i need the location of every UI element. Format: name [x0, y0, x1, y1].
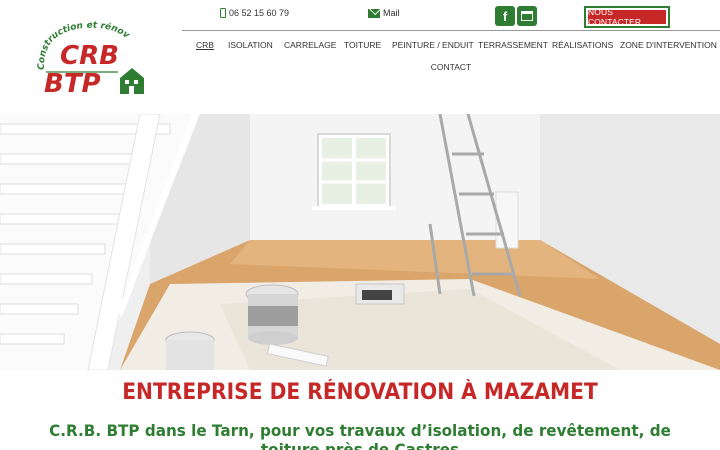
mail-label: Mail: [383, 8, 400, 18]
phone-number: 06 52 15 60 79: [229, 8, 290, 18]
logo-line1: CRB: [60, 41, 119, 71]
phone-icon: [220, 8, 226, 18]
nav-item-crb[interactable]: CRB: [196, 40, 214, 50]
page-title: ENTREPRISE DE RÉNOVATION À MAZAMET: [122, 380, 598, 405]
nav-item-zone[interactable]: ZONE D'INTERVENTION: [620, 40, 717, 50]
main-nav: CRB ISOLATION CARRELAGE TOITURE PEINTURE…: [182, 38, 720, 72]
nav-item-isolation[interactable]: ISOLATION: [228, 40, 273, 50]
mail-link[interactable]: Mail: [368, 8, 400, 18]
phone-link[interactable]: 06 52 15 60 79: [220, 8, 289, 18]
hero-image: [0, 114, 720, 370]
contact-button-label: NOUS CONTACTER: [588, 7, 666, 27]
site-logo[interactable]: Construction et rénovation CRB BTP: [34, 18, 146, 98]
envelope-icon: [368, 8, 380, 18]
google-business-icon[interactable]: [517, 6, 537, 26]
nav-item-toiture[interactable]: TOITURE: [344, 40, 381, 50]
logo-line2: BTP: [44, 69, 101, 98]
header-divider: [182, 30, 720, 31]
page-subtitle: C.R.B. BTP dans le Tarn, pour vos travau…: [49, 421, 671, 450]
site-header: Construction et rénovation CRB BTP 06 52…: [0, 0, 720, 114]
nav-item-realisations[interactable]: RÉALISATIONS: [552, 40, 613, 50]
hero-room-illustration: [0, 114, 720, 370]
nav-item-peinture[interactable]: PEINTURE / ENDUIT: [392, 40, 474, 50]
contact-button[interactable]: NOUS CONTACTER: [584, 6, 670, 28]
nav-item-terrassement[interactable]: TERRASSEMENT: [478, 40, 548, 50]
nav-item-carrelage[interactable]: CARRELAGE: [284, 40, 336, 50]
facebook-icon[interactable]: f: [495, 6, 515, 26]
page: Construction et rénovation CRB BTP 06 52…: [0, 0, 720, 450]
top-bar: 06 52 15 60 79 Mail f NOUS CONTACTER: [180, 4, 720, 30]
logo-graphic: Construction et rénovation CRB BTP: [34, 18, 144, 98]
nav-item-contact[interactable]: CONTACT: [431, 62, 471, 72]
